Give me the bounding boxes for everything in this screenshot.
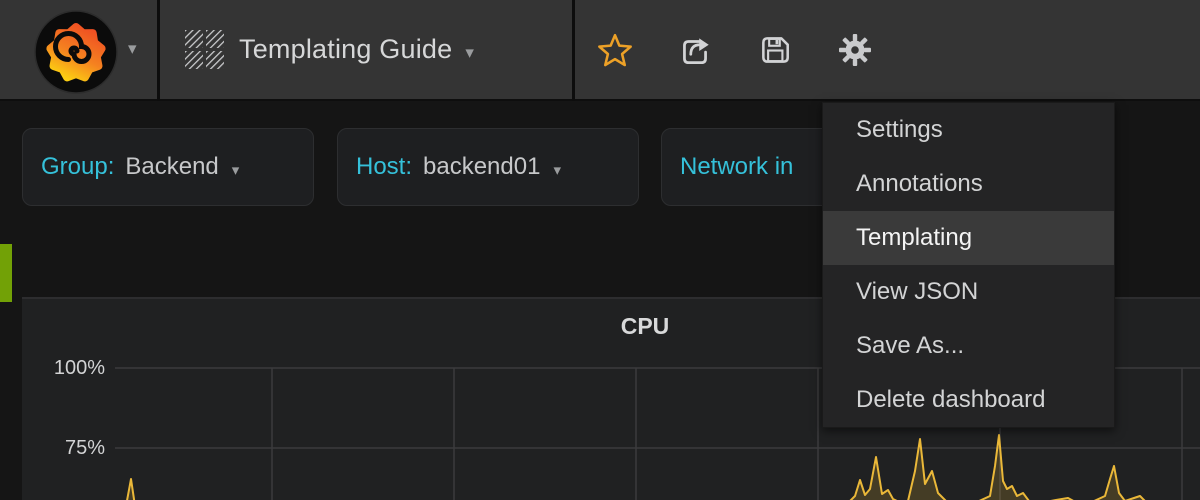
top-navbar: ▾ Templating Guide ▾ <box>0 0 1200 101</box>
y-axis-tick: 75% <box>43 437 105 460</box>
grafana-logo-icon <box>33 9 119 95</box>
menu-item-annotations[interactable]: Annotations <box>823 157 1114 211</box>
variable-label: Network in <box>680 153 793 181</box>
star-icon <box>597 32 633 68</box>
menu-item-save-as[interactable]: Save As... <box>823 319 1114 373</box>
variable-label: Host: <box>356 153 412 181</box>
save-button[interactable] <box>735 0 815 99</box>
dashboard-grid-icon <box>185 30 225 70</box>
variable-value: Backend <box>125 153 218 181</box>
variable-host-dropdown[interactable]: Host: backend01 ▾ <box>337 128 639 206</box>
y-axis-tick: 100% <box>43 357 105 380</box>
menu-item-view-json[interactable]: View JSON <box>823 265 1114 319</box>
navbar-actions <box>575 0 895 99</box>
row-indicator[interactable] <box>0 244 12 302</box>
chevron-down-icon: ▾ <box>232 162 240 180</box>
logo-caret-icon[interactable]: ▾ <box>128 40 137 59</box>
settings-button[interactable] <box>815 0 895 99</box>
share-icon <box>676 31 714 69</box>
menu-item-settings[interactable]: Settings <box>823 103 1114 157</box>
dashboard-title-dropdown[interactable]: Templating Guide ▾ <box>160 0 474 99</box>
gear-icon <box>837 32 873 68</box>
title-caret-icon: ▾ <box>465 44 474 63</box>
grafana-dashboard: ▾ Templating Guide ▾ <box>0 0 1200 500</box>
menu-item-delete-dashboard[interactable]: Delete dashboard <box>823 373 1114 427</box>
variable-group-dropdown[interactable]: Group: Backend ▾ <box>22 128 314 206</box>
chevron-down-icon: ▾ <box>553 162 561 180</box>
variable-value: backend01 <box>423 153 540 181</box>
variable-label: Group: <box>41 153 114 181</box>
star-button[interactable] <box>575 0 655 99</box>
settings-dropdown-menu: Settings Annotations Templating View JSO… <box>822 102 1115 428</box>
share-button[interactable] <box>655 0 735 99</box>
menu-item-templating[interactable]: Templating <box>823 211 1114 265</box>
save-icon <box>757 32 793 68</box>
panel-title[interactable]: CPU <box>621 313 670 340</box>
grafana-logo-button[interactable] <box>33 9 119 95</box>
dashboard-title: Templating Guide <box>239 34 452 65</box>
